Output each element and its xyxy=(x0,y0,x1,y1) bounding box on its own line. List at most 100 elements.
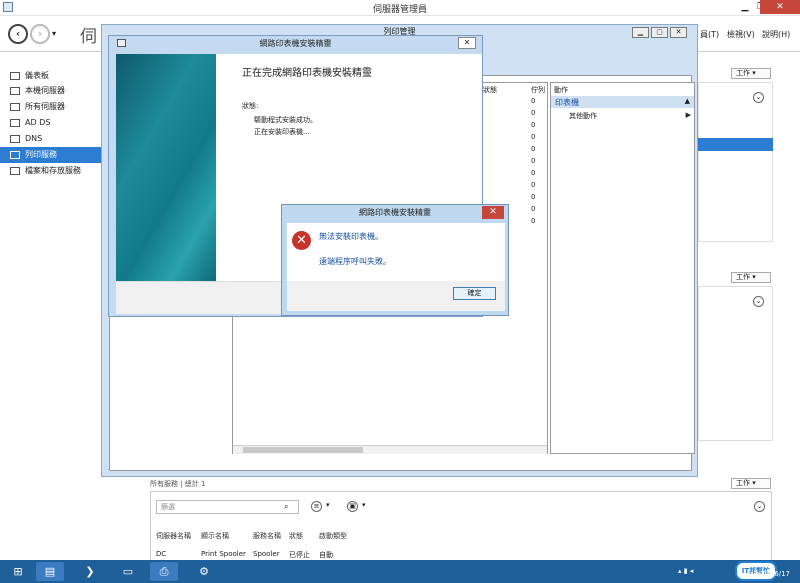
save-options-icon[interactable]: ▣ xyxy=(347,501,358,512)
tasks-button[interactable]: 工作 ▾ xyxy=(731,272,771,283)
background-panel xyxy=(698,286,773,441)
jobs-column: 0 0 0 0 0 0 0 0 0 0 0 xyxy=(531,97,545,229)
menu-view[interactable]: 檢視(V) xyxy=(727,29,755,40)
table-cell[interactable]: 自動 xyxy=(319,550,333,560)
menu-help[interactable]: 說明(H) xyxy=(762,29,790,40)
printer-icon xyxy=(10,151,20,159)
sidebar-item-dashboard[interactable]: 儀表板 xyxy=(0,68,101,84)
ok-button[interactable]: 確定 xyxy=(453,287,496,300)
tasks-button[interactable]: 工作 ▾ xyxy=(731,478,771,489)
start-icon[interactable]: ⊞ xyxy=(4,562,32,581)
status-line: 驅動程式安裝成功。 xyxy=(254,116,317,124)
table-cell[interactable]: Print Spooler xyxy=(201,550,246,558)
table-cell[interactable]: DC xyxy=(156,550,166,558)
horizontal-scrollbar[interactable] xyxy=(233,445,547,454)
tasks-label: 工作 xyxy=(736,273,750,281)
close-button[interactable]: ✕ xyxy=(482,206,504,219)
column-header[interactable]: 啟動類型 xyxy=(319,531,347,541)
sidebar-item-label: DNS xyxy=(25,134,43,143)
job-count: 0 xyxy=(531,157,536,165)
job-count: 0 xyxy=(531,205,536,213)
tasks-button[interactable]: 工作 ▾ xyxy=(731,68,771,79)
tasks-label: 工作 xyxy=(736,479,750,487)
list-options-icon[interactable]: ≡ xyxy=(311,501,322,512)
job-count: 0 xyxy=(531,169,536,177)
close-button[interactable]: ✕ xyxy=(458,37,476,49)
search-icon[interactable]: ⌕ xyxy=(284,502,288,512)
print-management-taskbar-icon[interactable]: ⎙ xyxy=(150,562,178,581)
breadcrumb: 伺 xyxy=(80,27,97,47)
actions-group-printers[interactable]: 印表機 ▲ xyxy=(551,96,694,108)
storage-icon xyxy=(10,167,20,175)
scrollbar-thumb[interactable] xyxy=(243,447,363,453)
file-explorer-icon[interactable]: ▭ xyxy=(114,562,142,581)
sidebar-item-print-services[interactable]: 列印服務 xyxy=(0,147,101,163)
action-more-actions[interactable]: 其他動作 ▶ xyxy=(569,111,691,121)
app-icon xyxy=(3,2,13,12)
column-header[interactable]: 顯示名稱 xyxy=(201,531,229,541)
error-icon: ✕ xyxy=(292,231,311,250)
sidebar-item-label: 檔案和存放服務 xyxy=(25,166,81,175)
expand-icon[interactable]: ⌄ xyxy=(753,296,764,307)
tasks-label: 工作 xyxy=(736,69,750,77)
dialog-footer: 確定 xyxy=(287,281,505,311)
job-count: 0 xyxy=(531,109,536,117)
chevron-right-icon: ▶ xyxy=(685,111,691,119)
error-dialog: 網路印表機安裝精靈 ✕ ✕ 無法安裝印表機。 遠端程序呼叫失敗。 確定 xyxy=(281,204,509,316)
column-header[interactable]: 伺服器名稱 xyxy=(156,531,191,541)
settings-icon[interactable]: ⚙ xyxy=(190,562,218,581)
sidebar-item-local-server[interactable]: 本機伺服器 xyxy=(0,83,101,99)
column-header[interactable]: 狀態 xyxy=(483,85,497,95)
close-button[interactable]: ✕ xyxy=(670,27,687,38)
server-manager-taskbar-icon[interactable]: ▤ xyxy=(36,562,64,581)
forward-button[interactable]: › xyxy=(30,24,50,44)
expand-icon[interactable]: ⌄ xyxy=(753,92,764,103)
services-title: 所有服務 | 總計 1 xyxy=(150,480,206,488)
selected-row-highlight xyxy=(698,138,773,151)
column-header[interactable]: 佇列 xyxy=(531,85,545,95)
maximize-button[interactable]: ▢ xyxy=(651,27,668,38)
server-icon xyxy=(10,87,20,95)
wizard-heading: 正在完成網路印表機安裝精靈 xyxy=(242,68,372,79)
job-count: 0 xyxy=(531,217,536,225)
dialog-title: 網路印表機安裝精靈 xyxy=(359,208,431,217)
servers-icon xyxy=(10,103,20,111)
sidebar-item-label: 列印服務 xyxy=(25,150,57,159)
table-cell[interactable]: 已停止 xyxy=(289,550,310,560)
window-title: 伺服器管理員 xyxy=(372,5,427,15)
chevron-down-icon[interactable]: ▾ xyxy=(326,501,330,509)
error-message: 無法安裝印表機。 xyxy=(319,232,383,241)
wizard-title: 網路印表機安裝精靈 xyxy=(259,39,332,48)
dialog-body: ✕ 無法安裝印表機。 遠端程序呼叫失敗。 確定 xyxy=(287,223,505,311)
clock-date[interactable]: 2014/6/17 xyxy=(754,570,790,578)
sidebar-item-label: 儀表板 xyxy=(25,71,49,80)
dashboard-icon xyxy=(10,72,20,80)
history-dropdown-icon[interactable]: ▾ xyxy=(52,29,56,38)
back-button[interactable]: ‹ xyxy=(8,24,28,44)
sidebar-item-file-storage[interactable]: 檔案和存放服務 xyxy=(0,163,101,179)
job-count: 0 xyxy=(531,121,536,129)
collapse-icon[interactable]: ▲ xyxy=(685,97,690,105)
chevron-down-icon[interactable]: ▾ xyxy=(362,501,366,509)
sidebar-item-dns[interactable]: DNS xyxy=(0,131,101,147)
table-cell[interactable]: Spooler xyxy=(253,550,280,558)
dns-icon xyxy=(10,135,20,143)
close-button[interactable]: ✕ xyxy=(760,0,800,14)
sidebar: 儀表板 本機伺服器 所有伺服器 AD DS DNS 列印服務 檔案和存放服務 xyxy=(0,64,101,560)
error-detail: 遠端程序呼叫失敗。 xyxy=(319,257,391,266)
filter-input[interactable]: 篩選 xyxy=(156,500,299,514)
column-header[interactable]: 狀態 xyxy=(289,531,303,541)
expand-icon[interactable]: ⌄ xyxy=(754,501,765,512)
action-label: 其他動作 xyxy=(569,112,597,120)
tray-icons[interactable]: ▴ ▮ ◂ xyxy=(678,567,693,575)
sidebar-item-label: 所有伺服器 xyxy=(25,102,65,111)
sidebar-item-label: 本機伺服器 xyxy=(25,86,65,95)
powershell-icon[interactable]: ❯ xyxy=(76,562,104,581)
minimize-button[interactable]: ▁ xyxy=(632,27,649,38)
job-count: 0 xyxy=(531,97,536,105)
sidebar-item-all-servers[interactable]: 所有伺服器 xyxy=(0,99,101,115)
sidebar-item-ad-ds[interactable]: AD DS xyxy=(0,115,101,131)
column-header[interactable]: 服務名稱 xyxy=(253,531,281,541)
status-line: 正在安裝印表機... xyxy=(254,128,310,136)
menu-manage[interactable]: 員(T) xyxy=(700,29,719,40)
